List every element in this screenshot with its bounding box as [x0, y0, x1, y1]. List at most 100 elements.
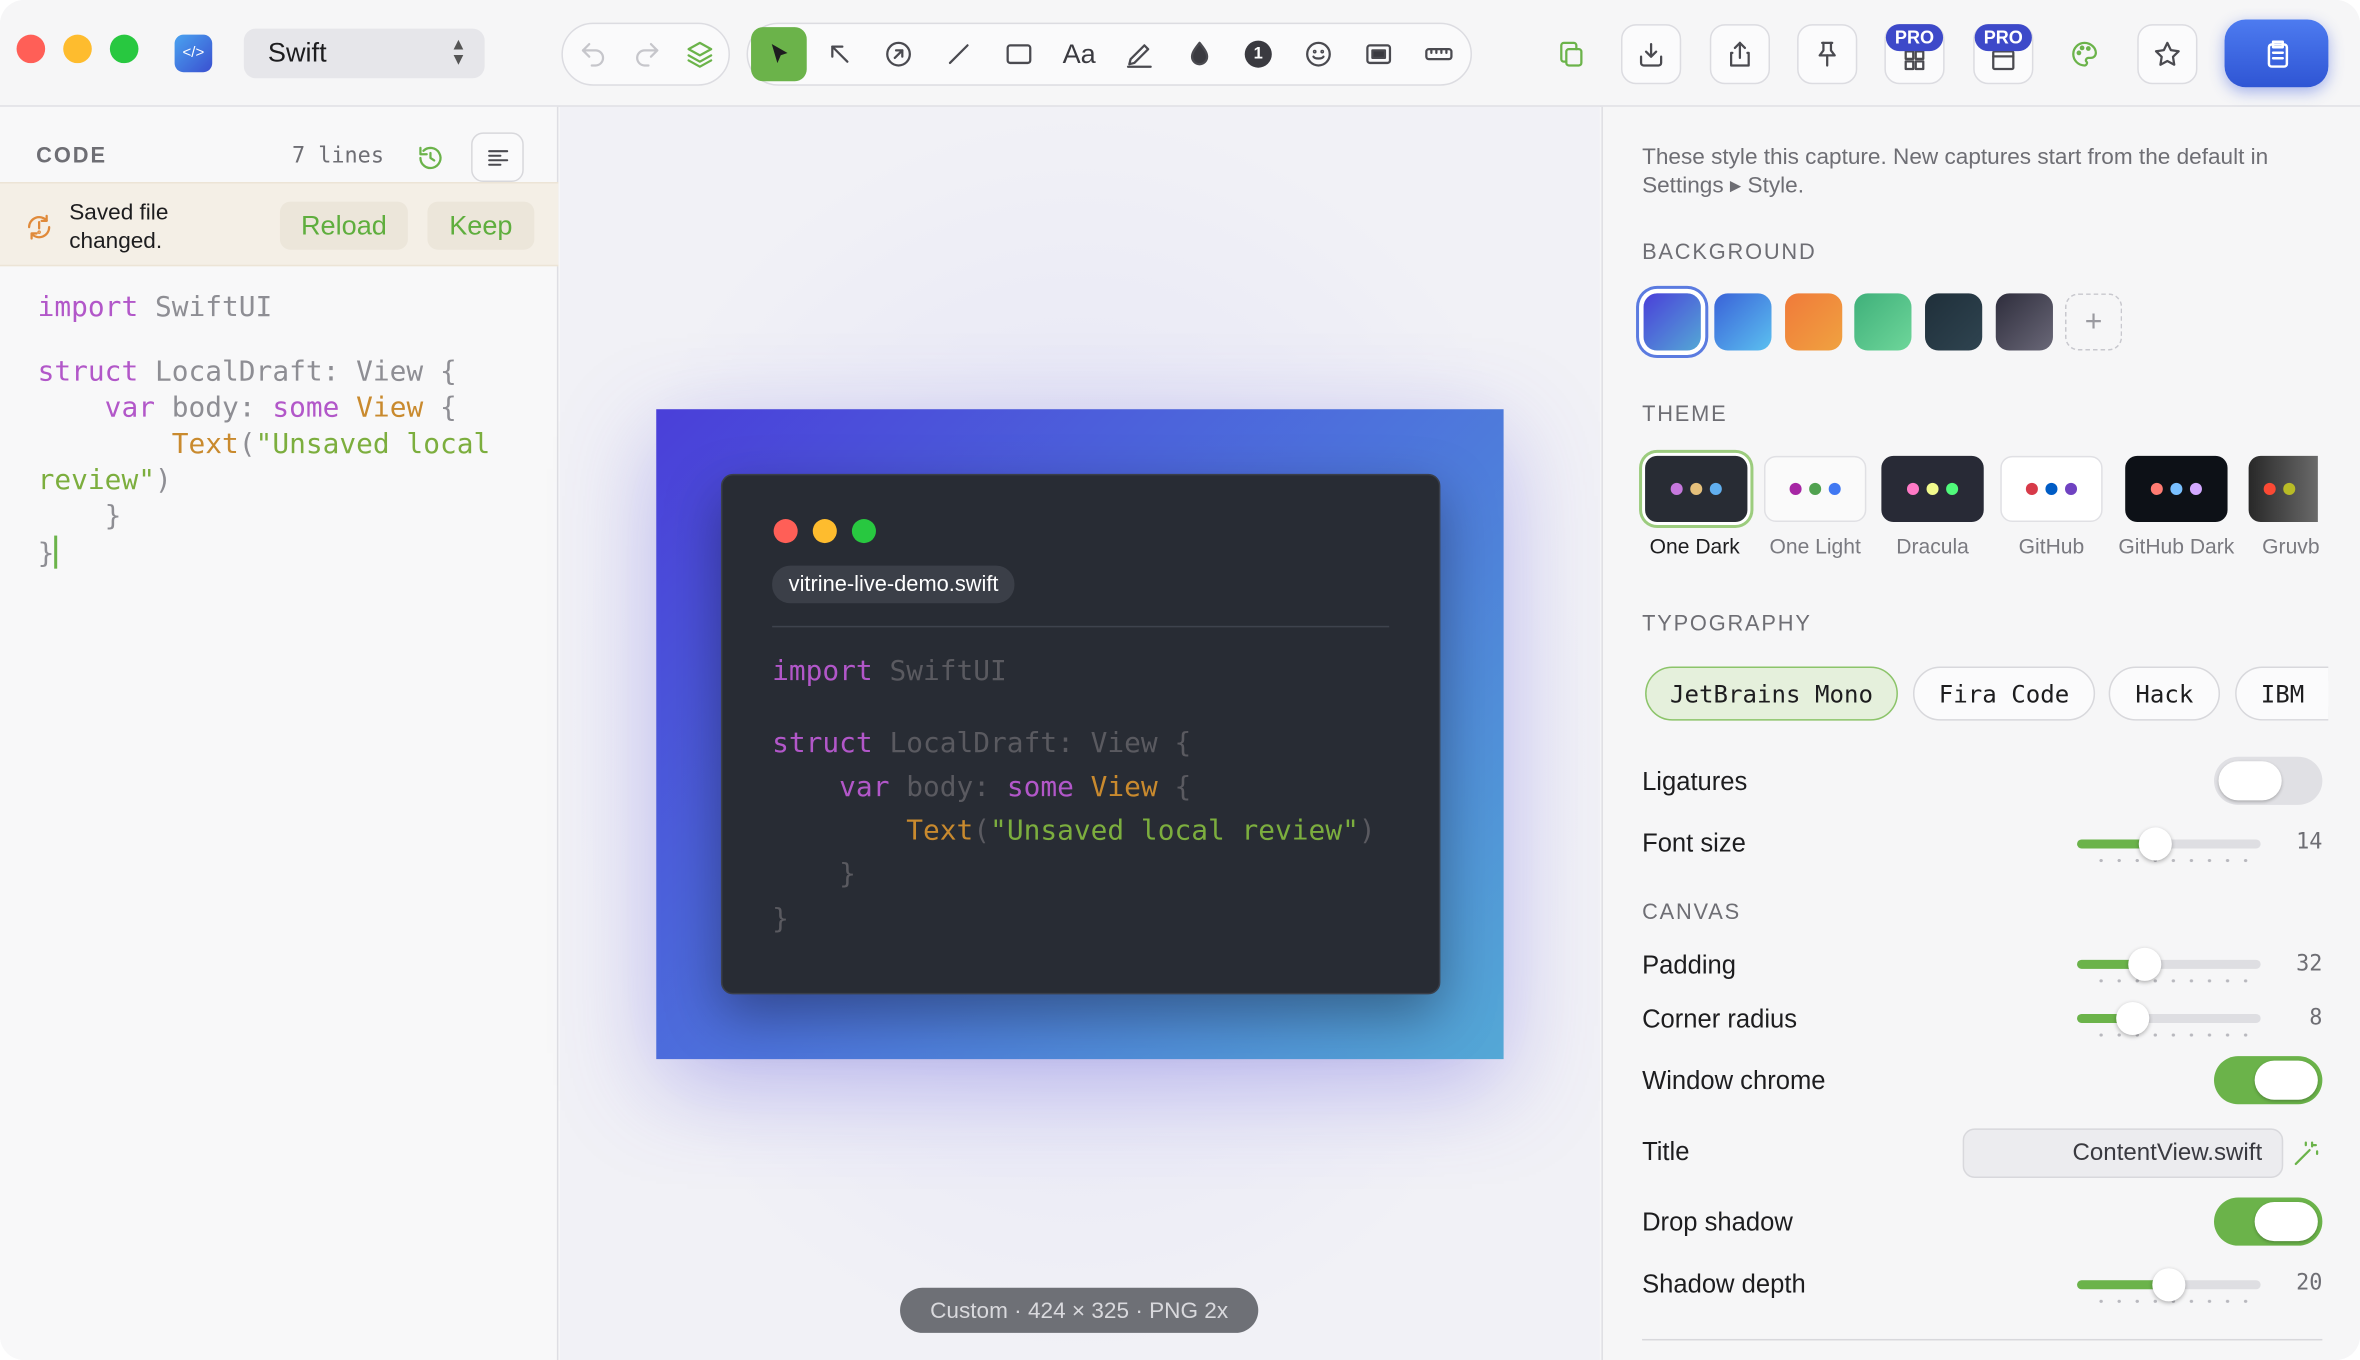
copy-code-icon[interactable]: [1553, 36, 1589, 72]
blur-drop-icon[interactable]: [1183, 38, 1216, 71]
background-swatch-orange[interactable]: [1785, 293, 1843, 351]
ligatures-label: Ligatures: [1642, 767, 1748, 796]
title-label: Title: [1642, 1137, 1690, 1166]
undo-icon[interactable]: [576, 38, 609, 71]
preview-line: import SwiftUI: [772, 650, 1376, 694]
theme-github-dark[interactable]: [2125, 455, 2228, 523]
canvas-area: vitrine-live-demo.swift import SwiftUI st…: [559, 106, 1600, 1360]
preview-token: Text: [772, 815, 974, 848]
copy-image-button[interactable]: [2224, 19, 2329, 88]
arrow-tool-icon[interactable]: [823, 38, 856, 71]
editor-token: Text: [37, 428, 239, 460]
background-swatch-sky[interactable]: [1714, 293, 1772, 351]
emoji-tool-icon[interactable]: [1302, 38, 1335, 71]
capture-background[interactable]: vitrine-live-demo.swift import SwiftUI st…: [656, 409, 1504, 1060]
format-code-button[interactable]: [471, 132, 524, 183]
minimize-window-button[interactable]: [63, 34, 92, 64]
add-background-icon[interactable]: +: [2065, 293, 2123, 351]
font-size-label: Font size: [1642, 828, 1746, 858]
shadow-depth-slider[interactable]: [2077, 1268, 2261, 1303]
padding-slider[interactable]: [2077, 947, 2261, 983]
theme-label: Gruvb: [2262, 534, 2320, 559]
circle-arrow-tool-icon[interactable]: [882, 38, 915, 71]
editor-token: {: [423, 391, 457, 424]
corner-radius-slider[interactable]: [2077, 1001, 2261, 1037]
theme-github[interactable]: [2000, 455, 2103, 523]
pen-tool-icon[interactable]: [1123, 38, 1156, 71]
banner-message: Saved file changed.: [69, 200, 169, 255]
editor-token: review": [37, 464, 155, 496]
magic-wand-icon[interactable]: [2291, 1139, 2321, 1169]
font-chip-jetbrains-mono[interactable]: JetBrains Mono: [1645, 666, 1898, 721]
toolbar: </> Swift ▲ ▼ Aa 1 PRO PRO: [0, 0, 2360, 107]
editor-token: }: [37, 500, 122, 532]
theme-one-light[interactable]: [1763, 455, 1867, 523]
palette-icon[interactable]: [2067, 36, 2103, 72]
pro-badge: PRO: [1974, 24, 2032, 52]
preview-divider: [772, 625, 1390, 628]
share-icon: [1729, 41, 1750, 67]
file-changed-banner: Saved file changed. Reload Keep: [0, 182, 559, 267]
code-editor[interactable]: import SwiftUI struct LocalDraft: View { …: [38, 290, 550, 572]
counter-tool-icon[interactable]: 1: [1244, 40, 1272, 68]
typography-heading: TYPOGRAPHY: [1642, 612, 1812, 637]
background-heading: BACKGROUND: [1642, 240, 1817, 265]
font-chip-hack[interactable]: Hack: [2108, 666, 2221, 721]
style-panel: These style this capture. New captures s…: [1601, 106, 2360, 1360]
font-size-slider[interactable]: [2077, 827, 2261, 863]
preview-token: (: [973, 815, 991, 848]
line-count: 7 lines: [291, 144, 384, 169]
theme-gruvbox[interactable]: [2248, 455, 2318, 523]
font-chip-fira-code[interactable]: Fira Code: [1912, 666, 2096, 721]
sync-history-icon[interactable]: [414, 141, 447, 174]
spotlight-tool-icon[interactable]: [1362, 38, 1395, 71]
background-swatch-slate[interactable]: [1925, 293, 1983, 351]
close-window-button[interactable]: [16, 34, 46, 64]
redo-icon[interactable]: [631, 38, 664, 71]
background-swatch-blue-selected[interactable]: [1643, 293, 1701, 351]
pro-window-button[interactable]: PRO: [1973, 24, 2034, 85]
ruler-tool-icon[interactable]: [1421, 38, 1457, 71]
star-icon: [2154, 41, 2180, 66]
preview-token: body:: [889, 771, 1007, 804]
editor-token: (: [238, 428, 256, 460]
preview-token: "Unsaved local review": [990, 815, 1359, 848]
padding-label: Padding: [1642, 950, 1736, 980]
preview-token: import: [772, 655, 873, 688]
layers-icon[interactable]: [683, 38, 716, 71]
theme-label: GitHub: [2018, 534, 2085, 559]
preview-token: LocalDraft: View {: [872, 727, 1192, 760]
pin-icon: [1818, 41, 1836, 67]
theme-dracula[interactable]: [1881, 455, 1984, 523]
editor-line: struct LocalDraft: View {: [38, 354, 550, 390]
theme-one-dark[interactable]: [1645, 455, 1748, 523]
share-button[interactable]: [1709, 24, 1770, 85]
zoom-window-button[interactable]: [109, 34, 139, 64]
background-swatch-graphite[interactable]: [1995, 293, 2053, 351]
ligatures-toggle[interactable]: [2214, 756, 2323, 805]
preview-token: {: [1157, 771, 1192, 804]
theme-label: One Light: [1769, 534, 1861, 559]
line-tool-icon[interactable]: [942, 38, 975, 71]
text-cursor: [54, 534, 58, 568]
language-select[interactable]: Swift ▲ ▼: [243, 28, 485, 79]
editor-token: body:: [154, 391, 273, 424]
window-chrome-toggle[interactable]: [2214, 1056, 2323, 1105]
drop-shadow-toggle[interactable]: [2214, 1197, 2323, 1246]
editor-token: }: [37, 537, 55, 570]
preview-token: var: [772, 771, 890, 804]
font-chip-ibm[interactable]: IBM: [2235, 666, 2329, 721]
keep-button[interactable]: Keep: [427, 201, 535, 250]
preview-line: var body: some View {: [772, 766, 1376, 810]
select-tool-button[interactable]: [751, 27, 807, 82]
rectangle-tool-icon[interactable]: [1002, 38, 1035, 71]
title-input[interactable]: ContentView.swift: [1962, 1128, 2284, 1178]
background-swatch-green[interactable]: [1854, 293, 1912, 351]
pro-layout-button[interactable]: PRO: [1884, 24, 1945, 85]
editor-line: }: [38, 499, 550, 535]
save-button[interactable]: [1620, 24, 1682, 85]
text-tool-icon[interactable]: Aa: [1060, 35, 1099, 74]
favorite-button[interactable]: [2137, 24, 2198, 85]
pin-button[interactable]: [1797, 24, 1858, 85]
reload-button[interactable]: Reload: [279, 201, 408, 250]
